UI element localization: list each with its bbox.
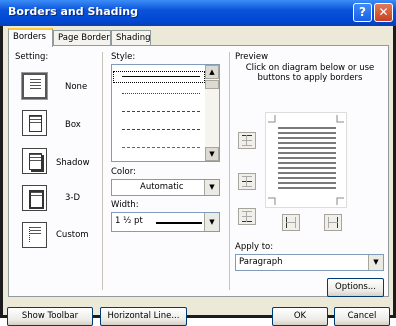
preview-text-line [278,147,336,149]
corner-mark-icon [336,197,344,205]
setting-label: Setting: [15,52,49,62]
setting-shadow-label[interactable]: Shadow [56,158,90,168]
corner-mark-icon [268,197,276,205]
setting-3d-label[interactable]: 3-D [65,193,80,203]
preview-text-line [278,187,336,189]
right-border-icon [328,217,338,228]
tab-page-border-label: Page Border [58,33,110,43]
setting-custom-icon[interactable] [22,222,47,248]
preview-text-line [278,157,336,159]
bottom-border-button[interactable] [238,208,256,225]
horizontal-line-button[interactable]: Horizontal Line... [100,307,187,326]
style-dash-dot-line[interactable] [122,129,200,130]
style-dash-dot-dot-line[interactable] [122,147,200,148]
dialog-title: Borders and Shading [8,5,138,18]
tab-borders[interactable]: Borders [8,28,53,47]
tab-shading-label: Shading [116,33,151,43]
color-label: Color: [111,167,136,177]
column-separator [102,52,103,290]
title-bar[interactable]: Borders and Shading ? ✕ [0,0,396,26]
custom-border-icon [29,227,41,242]
scroll-down-icon[interactable]: ▼ [205,147,219,161]
preview-text-line [278,152,336,154]
apply-to-dropdown[interactable]: Paragraph ▼ [235,254,384,271]
width-sample-line [156,222,202,224]
preview-text-line [278,142,336,144]
preview-text-line [278,167,336,169]
width-value: 1 ½ pt [115,216,143,226]
chevron-down-icon[interactable]: ▼ [204,213,219,231]
style-solid-line[interactable] [122,76,200,77]
style-selection-focus [113,71,205,83]
borders-panel: Setting: None Box Shadow 3-D Custom Styl… [8,45,389,297]
corner-mark-icon [268,115,276,123]
show-toolbar-button[interactable]: Show Toolbar [7,307,93,326]
left-border-icon [286,217,296,228]
options-button[interactable]: Options... [327,278,384,297]
shadow-border-icon [29,153,42,170]
preview-diagram[interactable] [265,112,347,208]
close-button[interactable]: ✕ [374,3,393,22]
preview-text-line [278,177,336,179]
apply-to-value: Paragraph [239,257,283,267]
setting-shadow-icon[interactable] [22,148,47,174]
width-label: Width: [111,200,139,210]
style-dotted-line[interactable] [122,93,200,94]
preview-instructions: Click on diagram below or use buttons to… [245,63,375,83]
preview-text-line [278,172,336,174]
setting-3d-icon[interactable] [22,185,47,211]
preview-text-line [278,182,336,184]
tab-shading[interactable]: Shading [111,30,151,46]
inside-horizontal-border-icon [242,176,252,187]
inside-horizontal-border-button[interactable] [238,173,256,190]
setting-none-label[interactable]: None [65,82,87,92]
width-dropdown[interactable]: 1 ½ pt ▼ [111,212,220,232]
bottom-border-icon [242,211,252,222]
preview-text-line [278,137,336,139]
preview-label: Preview [235,52,269,62]
preview-text-line [278,127,336,129]
corner-mark-icon [336,115,344,123]
style-dashed-line[interactable] [122,111,200,112]
color-value: Automatic [140,182,184,192]
ok-button[interactable]: OK [272,307,328,326]
column-separator-2 [229,52,230,290]
style-label: Style: [111,52,136,62]
chevron-down-icon[interactable]: ▼ [368,255,383,270]
top-border-icon [242,135,252,146]
cancel-button[interactable]: Cancel [334,307,390,326]
apply-to-label: Apply to: [235,242,274,252]
setting-box-icon[interactable] [22,110,47,136]
box-border-icon [29,115,42,132]
preview-text-line [278,162,336,164]
left-border-button[interactable] [282,214,300,231]
chevron-down-icon[interactable]: ▼ [204,180,219,195]
tab-borders-label: Borders [13,32,46,42]
scroll-thumb[interactable] [205,80,219,89]
tab-page-border[interactable]: Page Border [53,30,111,46]
style-scrollbar[interactable]: ▲ ▼ [205,65,219,161]
setting-box-label[interactable]: Box [65,120,81,130]
right-border-button[interactable] [324,214,342,231]
dialog-window: Borders and Shading ? ✕ Borders Page Bor… [0,0,396,326]
setting-custom-label[interactable]: Custom [56,230,89,240]
3d-border-icon [29,190,44,209]
help-button[interactable]: ? [353,3,372,22]
style-listbox[interactable]: ▲ ▼ [111,64,220,162]
preview-text-line [278,132,336,134]
color-dropdown[interactable]: Automatic ▼ [111,179,220,196]
dialog-body: Borders Page Border Shading Setting: Non… [3,26,393,326]
page-lines-icon [30,79,41,94]
setting-none-icon[interactable] [21,72,48,100]
top-border-button[interactable] [238,132,256,149]
scroll-up-icon[interactable]: ▲ [205,65,219,79]
